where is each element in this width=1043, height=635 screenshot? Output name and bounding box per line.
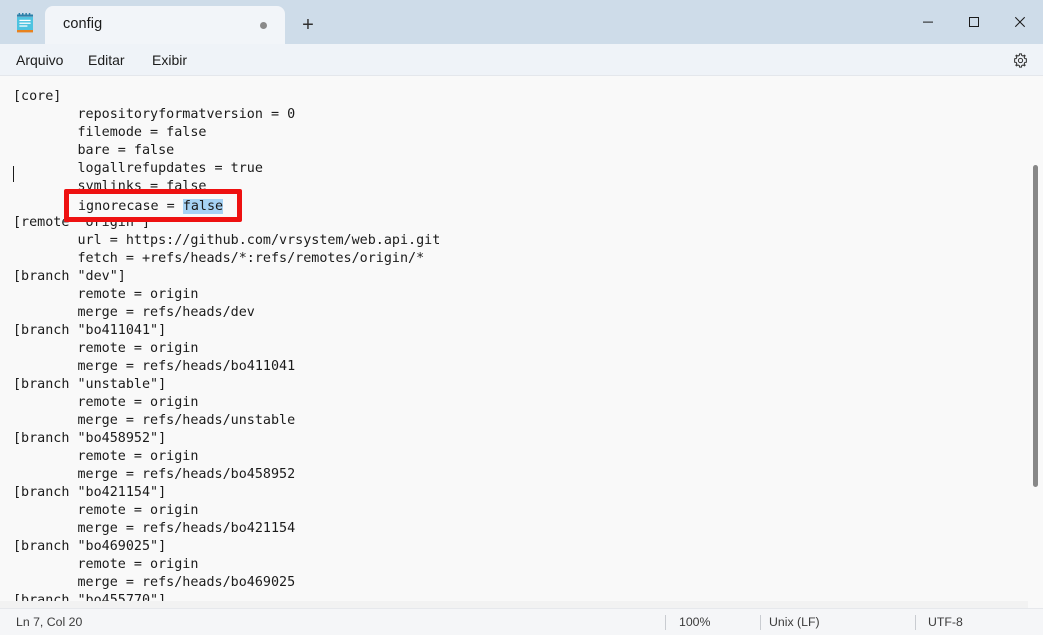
menu-item-editar[interactable]: Editar: [80, 49, 133, 71]
editor-text-before-selection: [core] repositoryformatversion = 0 filem…: [13, 89, 296, 212]
editor-selected-text: false: [182, 197, 223, 212]
notepad-window: config + Arquivo Editar Exibir [core] re…: [0, 0, 1043, 635]
tab-label: config: [63, 16, 103, 32]
close-icon: [1014, 16, 1026, 28]
maximize-button[interactable]: [951, 0, 997, 44]
vertical-scrollbar-thumb[interactable]: [1033, 165, 1038, 487]
text-caret: [13, 166, 14, 182]
notepad-icon: [14, 12, 36, 34]
menu-item-arquivo[interactable]: Arquivo: [8, 49, 71, 71]
minimize-icon: [923, 21, 933, 23]
tab-config[interactable]: config: [45, 6, 285, 44]
status-line-ending[interactable]: Unix (LF): [769, 615, 820, 629]
status-zoom-level[interactable]: 100%: [679, 615, 710, 629]
close-button[interactable]: [997, 0, 1043, 44]
menu-item-exibir[interactable]: Exibir: [144, 49, 195, 71]
editor-text-after-selection: [remote "origin"] url = https://github.c…: [13, 215, 441, 605]
text-editor-area[interactable]: [core] repositoryformatversion = 0 filem…: [0, 77, 1043, 605]
status-divider-3: [915, 615, 916, 630]
plus-icon: +: [302, 13, 314, 36]
editor-content[interactable]: [core] repositoryformatversion = 0 filem…: [13, 88, 440, 605]
window-controls: [905, 0, 1043, 44]
horizontal-scrollbar[interactable]: [0, 601, 1028, 608]
menu-bar: Arquivo Editar Exibir: [0, 44, 1043, 76]
status-divider-1: [665, 615, 666, 630]
maximize-icon: [969, 17, 979, 27]
status-divider-2: [760, 615, 761, 630]
title-bar: config +: [0, 0, 1043, 44]
status-cursor-position[interactable]: Ln 7, Col 20: [16, 615, 82, 629]
minimize-button[interactable]: [905, 0, 951, 44]
new-tab-button[interactable]: +: [291, 9, 325, 40]
tab-unsaved-dot-icon[interactable]: [260, 22, 267, 29]
vertical-scrollbar[interactable]: [1028, 77, 1043, 605]
gear-icon: [1013, 52, 1027, 68]
status-bar: Ln 7, Col 20 100% Unix (LF) UTF-8: [0, 608, 1043, 635]
settings-button[interactable]: [1007, 48, 1033, 72]
status-encoding[interactable]: UTF-8: [928, 615, 963, 629]
